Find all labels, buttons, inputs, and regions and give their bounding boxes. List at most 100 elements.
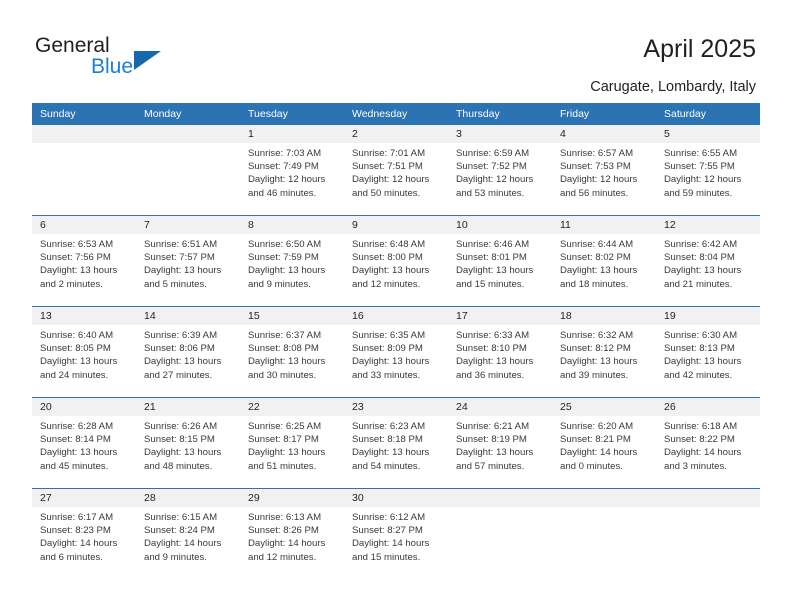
day-cell[interactable]: 26 Sunrise: 6:18 AM Sunset: 8:22 PM Dayligh…: [656, 398, 760, 488]
day-cell[interactable]: 20 Sunrise: 6:28 AM Sunset: 8:14 PM Dayligh…: [32, 398, 136, 488]
day-cell[interactable]: 24 Sunrise: 6:21 AM Sunset: 8:19 PM Dayligh…: [448, 398, 552, 488]
day-details: Sunrise: 6:25 AM Sunset: 8:17 PM Daylight:…: [240, 416, 344, 473]
sunset-text: Sunset: 8:19 PM: [456, 434, 527, 446]
day-cell[interactable]: 10 Sunrise: 6:46 AM Sunset: 8:01 PM Dayligh…: [448, 216, 552, 306]
day-cell[interactable]: 6 Sunrise: 6:53 AM Sunset: 7:56 PM Daylight…: [32, 216, 136, 306]
day-cell[interactable]: [32, 125, 136, 215]
sunset-text: Sunset: 8:12 PM: [560, 343, 631, 355]
calendar-week-row: 1 Sunrise: 7:03 AM Sunset: 7:49 PM Daylight…: [32, 125, 760, 216]
day-cell[interactable]: [656, 489, 760, 579]
daylight-text-line2: and 15 minutes.: [352, 551, 421, 563]
day-details: Sunrise: 6:42 AM Sunset: 8:04 PM Daylight:…: [656, 234, 760, 291]
day-number: 23: [344, 398, 448, 416]
sunset-text: Sunset: 7:51 PM: [352, 161, 423, 173]
day-cell[interactable]: 11 Sunrise: 6:44 AM Sunset: 8:02 PM Dayligh…: [552, 216, 656, 306]
day-cell[interactable]: 30 Sunrise: 6:12 AM Sunset: 8:27 PM Dayligh…: [344, 489, 448, 579]
day-details: Sunrise: 6:59 AM Sunset: 7:52 PM Daylight:…: [448, 143, 552, 200]
sunset-text: Sunset: 8:00 PM: [352, 252, 423, 264]
day-cell[interactable]: [552, 489, 656, 579]
day-number: 24: [448, 398, 552, 416]
day-number: 16: [344, 307, 448, 325]
day-cell[interactable]: [448, 489, 552, 579]
day-cell[interactable]: 7 Sunrise: 6:51 AM Sunset: 7:57 PM Daylight…: [136, 216, 240, 306]
day-cell[interactable]: 12 Sunrise: 6:42 AM Sunset: 8:04 PM Dayligh…: [656, 216, 760, 306]
day-details: Sunrise: 6:17 AM Sunset: 8:23 PM Daylight:…: [32, 507, 136, 564]
sunset-text: Sunset: 8:14 PM: [40, 434, 111, 446]
general-blue-logo: General Blue: [35, 34, 215, 84]
day-cell[interactable]: 13 Sunrise: 6:40 AM Sunset: 8:05 PM Dayligh…: [32, 307, 136, 397]
sunset-text: Sunset: 8:10 PM: [456, 343, 527, 355]
day-number: [448, 489, 552, 507]
day-details: Sunrise: 6:37 AM Sunset: 8:08 PM Daylight:…: [240, 325, 344, 382]
weekday-header-sunday: Sunday: [32, 103, 136, 125]
day-cell[interactable]: 28 Sunrise: 6:15 AM Sunset: 8:24 PM Dayligh…: [136, 489, 240, 579]
day-details: Sunrise: 6:51 AM Sunset: 7:57 PM Daylight:…: [136, 234, 240, 291]
day-cell[interactable]: 14 Sunrise: 6:39 AM Sunset: 8:06 PM Dayligh…: [136, 307, 240, 397]
day-cell[interactable]: 27 Sunrise: 6:17 AM Sunset: 8:23 PM Dayligh…: [32, 489, 136, 579]
sunrise-text: Sunrise: 6:44 AM: [560, 239, 634, 250]
day-cell[interactable]: [136, 125, 240, 215]
day-details: Sunrise: 6:30 AM Sunset: 8:13 PM Daylight:…: [656, 325, 760, 382]
day-details: Sunrise: 6:48 AM Sunset: 8:00 PM Daylight:…: [344, 234, 448, 291]
sunrise-text: Sunrise: 6:55 AM: [664, 148, 738, 159]
day-cell[interactable]: 3 Sunrise: 6:59 AM Sunset: 7:52 PM Daylight…: [448, 125, 552, 215]
sunrise-text: Sunrise: 6:23 AM: [352, 421, 426, 432]
daylight-text-line1: Daylight: 14 hours: [248, 538, 326, 550]
day-number: 8: [240, 216, 344, 234]
daylight-text-line1: Daylight: 13 hours: [352, 265, 430, 277]
sunrise-text: Sunrise: 7:03 AM: [248, 148, 322, 159]
sunrise-text: Sunrise: 6:13 AM: [248, 512, 322, 523]
day-cell[interactable]: 1 Sunrise: 7:03 AM Sunset: 7:49 PM Daylight…: [240, 125, 344, 215]
daylight-text-line2: and 53 minutes.: [456, 187, 525, 199]
day-cell[interactable]: 15 Sunrise: 6:37 AM Sunset: 8:08 PM Dayligh…: [240, 307, 344, 397]
sunrise-text: Sunrise: 7:01 AM: [352, 148, 426, 159]
day-number: 28: [136, 489, 240, 507]
daylight-text-line2: and 54 minutes.: [352, 460, 421, 472]
calendar-week-row: 20 Sunrise: 6:28 AM Sunset: 8:14 PM Dayligh…: [32, 397, 760, 489]
sunset-text: Sunset: 7:55 PM: [664, 161, 735, 173]
day-cell[interactable]: 29 Sunrise: 6:13 AM Sunset: 8:26 PM Dayligh…: [240, 489, 344, 579]
sunrise-text: Sunrise: 6:42 AM: [664, 239, 738, 250]
day-cell[interactable]: 19 Sunrise: 6:30 AM Sunset: 8:13 PM Dayligh…: [656, 307, 760, 397]
sunrise-text: Sunrise: 6:20 AM: [560, 421, 634, 432]
day-cell[interactable]: 17 Sunrise: 6:33 AM Sunset: 8:10 PM Dayligh…: [448, 307, 552, 397]
day-number: 27: [32, 489, 136, 507]
daylight-text-line1: Daylight: 13 hours: [248, 447, 326, 459]
daylight-text-line1: Daylight: 13 hours: [456, 265, 534, 277]
sunrise-text: Sunrise: 6:59 AM: [456, 148, 530, 159]
sunset-text: Sunset: 8:17 PM: [248, 434, 319, 446]
weekday-header-wednesday: Wednesday: [344, 103, 448, 125]
day-cell[interactable]: 4 Sunrise: 6:57 AM Sunset: 7:53 PM Daylight…: [552, 125, 656, 215]
daylight-text-line2: and 2 minutes.: [40, 278, 103, 290]
daylight-text-line2: and 12 minutes.: [352, 278, 421, 290]
daylight-text-line2: and 42 minutes.: [664, 369, 733, 381]
day-number: 26: [656, 398, 760, 416]
daylight-text-line2: and 33 minutes.: [352, 369, 421, 381]
day-cell[interactable]: 21 Sunrise: 6:26 AM Sunset: 8:15 PM Dayligh…: [136, 398, 240, 488]
day-cell[interactable]: 18 Sunrise: 6:32 AM Sunset: 8:12 PM Dayligh…: [552, 307, 656, 397]
calendar-page: General Blue April 2025 Carugate, Lombar…: [0, 0, 792, 612]
day-details: Sunrise: 6:44 AM Sunset: 8:02 PM Daylight:…: [552, 234, 656, 291]
day-cell[interactable]: 5 Sunrise: 6:55 AM Sunset: 7:55 PM Daylight…: [656, 125, 760, 215]
day-details: Sunrise: 6:23 AM Sunset: 8:18 PM Daylight:…: [344, 416, 448, 473]
daylight-text-line2: and 50 minutes.: [352, 187, 421, 199]
day-number: 6: [32, 216, 136, 234]
day-number: 30: [344, 489, 448, 507]
day-cell[interactable]: 8 Sunrise: 6:50 AM Sunset: 7:59 PM Daylight…: [240, 216, 344, 306]
sunset-text: Sunset: 8:05 PM: [40, 343, 111, 355]
day-cell[interactable]: 25 Sunrise: 6:20 AM Sunset: 8:21 PM Dayligh…: [552, 398, 656, 488]
daylight-text-line1: Daylight: 13 hours: [352, 356, 430, 368]
day-details: Sunrise: 6:12 AM Sunset: 8:27 PM Daylight:…: [344, 507, 448, 564]
sunset-text: Sunset: 7:56 PM: [40, 252, 111, 264]
day-cell[interactable]: 9 Sunrise: 6:48 AM Sunset: 8:00 PM Daylight…: [344, 216, 448, 306]
sunrise-text: Sunrise: 6:18 AM: [664, 421, 738, 432]
day-cell[interactable]: 16 Sunrise: 6:35 AM Sunset: 8:09 PM Dayligh…: [344, 307, 448, 397]
sunrise-text: Sunrise: 6:48 AM: [352, 239, 426, 250]
day-cell[interactable]: 23 Sunrise: 6:23 AM Sunset: 8:18 PM Dayligh…: [344, 398, 448, 488]
day-cell[interactable]: 2 Sunrise: 7:01 AM Sunset: 7:51 PM Daylight…: [344, 125, 448, 215]
day-cell[interactable]: 22 Sunrise: 6:25 AM Sunset: 8:17 PM Dayligh…: [240, 398, 344, 488]
calendar-week-row: 13 Sunrise: 6:40 AM Sunset: 8:05 PM Dayligh…: [32, 306, 760, 398]
daylight-text-line2: and 18 minutes.: [560, 278, 629, 290]
sunset-text: Sunset: 8:18 PM: [352, 434, 423, 446]
sunset-text: Sunset: 8:04 PM: [664, 252, 735, 264]
